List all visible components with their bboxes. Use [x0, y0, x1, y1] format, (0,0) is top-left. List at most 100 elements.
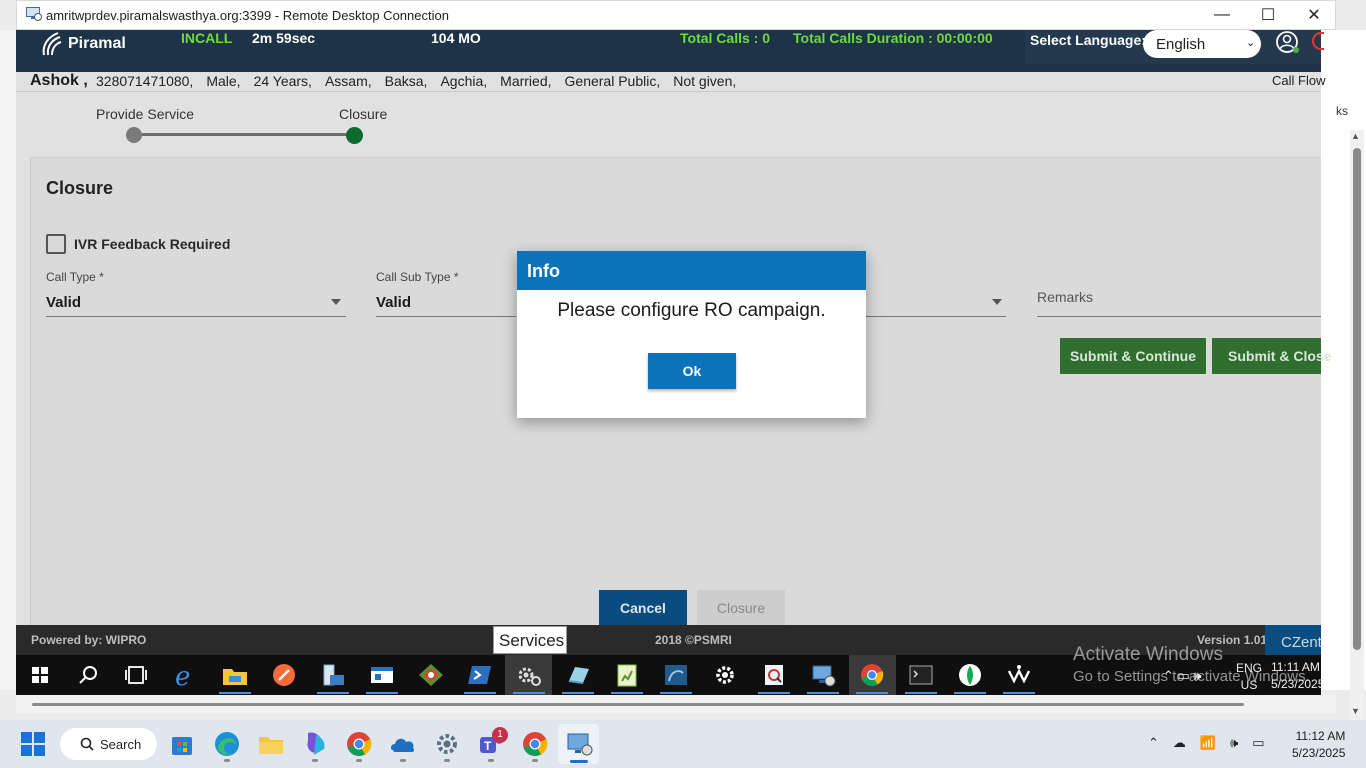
remote-tray-icons[interactable]: ⌃ ▭ 🕪 — [1163, 668, 1202, 684]
host-store-icon[interactable] — [167, 729, 197, 759]
step-provide-service-dot[interactable] — [126, 127, 142, 143]
host-active-indicator — [570, 760, 588, 763]
remote-time-text: 11:11 AM — [1271, 660, 1320, 674]
remote-file-explorer-icon[interactable] — [220, 661, 250, 689]
remote-rdp-icon[interactable] — [808, 661, 838, 689]
host-m365-icon[interactable] — [300, 729, 330, 759]
call-type-underline — [46, 316, 346, 317]
remote-azure-studio-icon[interactable] — [563, 661, 593, 689]
step-closure-dot[interactable] — [346, 127, 363, 144]
patient-name: Ashok , — [30, 72, 88, 89]
language-label: Select Language: — [1030, 32, 1146, 48]
rdp-window-title: amritwprdev.piramalswasthya.org:3399 - R… — [46, 8, 449, 23]
patient-detail: 24 Years, — [253, 73, 312, 89]
teams-notification-badge: 1 — [492, 727, 508, 743]
remote-search-icon[interactable] — [73, 661, 103, 689]
remote-chrome-icon[interactable] — [857, 661, 887, 689]
close-window-button[interactable]: ✕ — [1291, 0, 1337, 30]
remote-language-indicator[interactable]: ENG US — [1236, 660, 1262, 694]
remote-services-gear-icon[interactable] — [514, 661, 544, 689]
language-select[interactable]: English — [1143, 30, 1261, 58]
remarks-input[interactable]: Remarks — [1037, 289, 1093, 305]
host-remote-desktop-icon[interactable] — [564, 729, 594, 759]
total-calls: Total Calls : 0 — [680, 30, 770, 46]
remote-lang-line1: ENG — [1236, 661, 1263, 675]
chevron-up-icon[interactable]: ⌃ — [1148, 735, 1159, 751]
remote-mysql-workbench-icon[interactable] — [661, 661, 691, 689]
piramal-logo: Piramal — [40, 30, 126, 58]
remote-app-window-icon[interactable] — [367, 661, 397, 689]
submit-close-button[interactable]: Submit & Close — [1212, 338, 1331, 374]
onedrive-tray-icon[interactable]: ☁ — [1173, 735, 1186, 751]
minimize-button[interactable]: — — [1199, 0, 1245, 30]
host-edge-icon[interactable] — [212, 729, 242, 759]
remote-desktop-icon — [26, 7, 42, 21]
remote-edge-icon[interactable]: e — [171, 661, 201, 689]
cancel-button[interactable]: Cancel — [599, 590, 687, 626]
maximize-button[interactable]: ☐ — [1245, 0, 1291, 30]
remote-task-view-icon[interactable] — [121, 661, 151, 689]
remote-network-app-icon[interactable] — [1004, 661, 1034, 689]
remote-git-icon[interactable] — [416, 661, 446, 689]
host-tray-icons[interactable]: ⌃ ☁ 📶 🕪 ▭ — [1148, 735, 1265, 751]
remote-terminal-icon[interactable] — [906, 661, 936, 689]
call-flow-link[interactable]: Call Flow — [1272, 73, 1325, 88]
call-sub-type-select[interactable]: Valid — [376, 294, 411, 311]
remote-notepad-plus-icon[interactable] — [612, 661, 642, 689]
activate-windows-title: Activate Windows — [1073, 644, 1223, 665]
dialog-title: Info — [517, 251, 866, 290]
closure-heading: Closure — [46, 178, 114, 198]
running-indicator — [356, 759, 362, 762]
remote-clock[interactable]: 11:11 AM 5/23/2025 — [1271, 659, 1324, 693]
patient-detail: Male, — [206, 73, 241, 89]
running-indicator — [905, 692, 937, 694]
remote-settings-gear-icon[interactable] — [710, 661, 740, 689]
patient-detail: Married, — [500, 73, 552, 89]
remote-powershell-icon[interactable] — [465, 661, 495, 689]
host-windows-start-icon[interactable] — [18, 729, 48, 759]
running-indicator — [513, 692, 545, 694]
host-chrome-icon[interactable] — [344, 729, 374, 759]
host-background-left — [0, 30, 16, 690]
step-provide-service-label: Provide Service — [96, 106, 195, 122]
patient-detail: 328071471080, — [96, 73, 194, 89]
agent-role: 104 MO — [431, 30, 481, 46]
running-indicator — [758, 692, 790, 694]
running-indicator — [807, 692, 839, 694]
host-scrollbar-thumb[interactable] — [1353, 148, 1361, 650]
patient-detail: Agchia, — [440, 73, 488, 89]
running-indicator — [532, 759, 538, 762]
rdp-scrollbar-thumb[interactable] — [32, 703, 1244, 706]
user-profile-icon[interactable] — [1274, 30, 1300, 54]
host-settings-gear-icon[interactable] — [432, 729, 462, 759]
scroll-down-arrow-icon[interactable]: ▼ — [1351, 706, 1360, 716]
stepper-line — [134, 133, 356, 136]
logout-icon[interactable] — [1312, 32, 1324, 50]
call-type-select[interactable]: Valid — [46, 294, 81, 311]
submit-continue-button[interactable]: Submit & Continue — [1060, 338, 1206, 374]
dropdown-arrow-icon[interactable] — [992, 299, 1002, 305]
remote-date-text: 5/23/2025 — [1271, 677, 1325, 691]
host-clock[interactable]: 11:12 AM 5/23/2025 — [1292, 728, 1345, 762]
patient-details: 328071471080, Male, 24 Years, Assam, Bak… — [96, 73, 736, 89]
ok-button[interactable]: Ok — [648, 353, 736, 389]
running-indicator — [464, 692, 496, 694]
host-onedrive-icon[interactable] — [388, 729, 418, 759]
host-search-box[interactable]: Search — [60, 728, 157, 760]
remote-resource-monitor-icon[interactable] — [759, 661, 789, 689]
scroll-up-arrow-icon[interactable]: ▲ — [1351, 131, 1360, 141]
battery-icon[interactable]: ▭ — [1252, 735, 1264, 751]
remote-postman-icon[interactable] — [269, 661, 299, 689]
remote-windows-start-icon[interactable] — [25, 661, 55, 689]
remote-server-manager-icon[interactable] — [318, 661, 348, 689]
host-file-explorer-icon[interactable] — [256, 729, 286, 759]
running-indicator — [660, 692, 692, 694]
volume-icon[interactable]: 🕪 — [1230, 735, 1238, 751]
czentrix-panel[interactable]: CZent — [1265, 625, 1322, 657]
remote-mongodb-compass-icon[interactable] — [955, 661, 985, 689]
ivr-feedback-checkbox[interactable] — [46, 234, 66, 254]
host-chrome-profile-icon[interactable] — [520, 729, 550, 759]
closure-button[interactable]: Closure — [697, 590, 785, 626]
wifi-icon[interactable]: 📶 — [1200, 735, 1216, 751]
call-sub-type-label: Call Sub Type * — [376, 270, 459, 284]
